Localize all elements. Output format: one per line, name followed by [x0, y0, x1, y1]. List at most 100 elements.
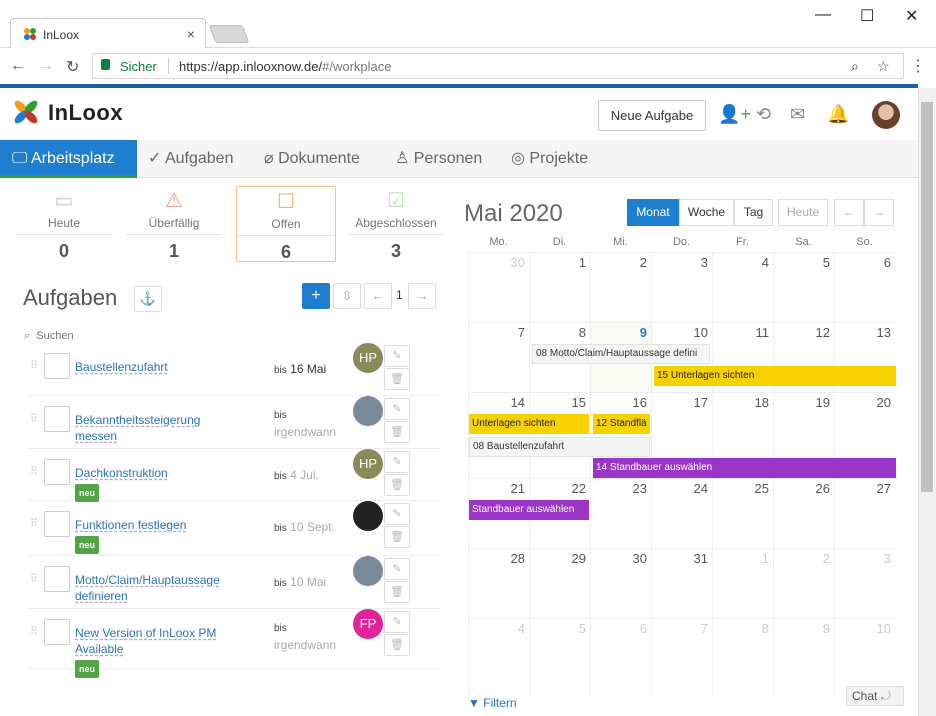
nav-personen[interactable]: ♙ Personen — [395, 140, 482, 178]
stat-completed[interactable]: ☑ Abgeschlossen 3 — [348, 186, 444, 262]
tab-close-icon[interactable]: × — [187, 26, 195, 42]
stat-open[interactable]: ☐ Offen 6 — [236, 186, 336, 262]
task-name[interactable]: Motto/Claim/Hauptaussage definieren — [75, 573, 220, 603]
view-week-button[interactable]: Woche — [679, 199, 734, 226]
calendar-event[interactable]: Unterlagen sichten — [469, 414, 589, 434]
edit-task-button[interactable]: ✎ — [384, 503, 410, 525]
calendar-day[interactable]: 1 — [712, 548, 773, 618]
minimize-icon[interactable]: — — [815, 6, 831, 24]
cal-prev-button[interactable]: ← — [834, 199, 864, 226]
task-checkbox[interactable] — [44, 459, 70, 485]
calendar-day[interactable]: 6 — [834, 252, 895, 322]
calendar-day[interactable]: 5 — [529, 618, 590, 696]
bell-icon[interactable]: 🔔 — [827, 104, 849, 125]
assignee-avatar[interactable]: HP — [353, 343, 383, 373]
cal-next-button[interactable]: → — [864, 199, 894, 226]
task-name[interactable]: Funktionen festlegen — [75, 518, 186, 532]
calendar-day[interactable]: 27 — [834, 478, 895, 548]
delete-task-button[interactable]: 🗑 — [384, 474, 410, 496]
calendar-day[interactable]: 24 — [651, 478, 712, 548]
drag-handle-icon[interactable]: ⠿ — [30, 625, 38, 638]
edit-task-button[interactable]: ✎ — [384, 398, 410, 420]
nav-arbeitsplatz[interactable]: 🖵 Arbeitsplatz — [0, 140, 137, 178]
chat-button[interactable]: Chat ⤾ — [846, 686, 904, 706]
calendar-day[interactable]: 29 — [529, 548, 590, 618]
task-name-link[interactable]: Baustellenzufahrt — [75, 359, 245, 375]
task-name-link[interactable]: New Version of InLoox PM Available neu — [75, 625, 245, 678]
drag-handle-icon[interactable]: ⠿ — [30, 572, 38, 585]
maximize-icon[interactable]: ☐ — [860, 6, 874, 26]
calendar-day[interactable]: 25 — [712, 478, 773, 548]
inbox-icon[interactable]: ✉ — [790, 104, 805, 125]
add-task-button[interactable]: + — [302, 283, 330, 309]
task-name-link[interactable]: Funktionen festlegen neu — [75, 517, 245, 554]
assignee-avatar[interactable] — [353, 501, 383, 531]
browser-tab[interactable]: InLoox × — [10, 18, 206, 49]
drag-handle-icon[interactable]: ⠿ — [30, 465, 38, 478]
anchor-button[interactable]: ⚓ — [134, 286, 162, 312]
task-row[interactable]: ⠿ Baustellenzufahrt bis 16 Mai HP ✎ 🗑 — [28, 343, 440, 396]
task-name-link[interactable]: Bekanntheitssteigerung messen — [75, 412, 245, 444]
filter-link[interactable]: ▼ Filtern — [468, 696, 517, 710]
calendar-day[interactable]: 14 — [468, 392, 529, 478]
assignee-avatar[interactable] — [353, 396, 383, 426]
calendar-day[interactable]: 3 — [834, 548, 895, 618]
add-person-icon[interactable]: 👤+ — [718, 104, 751, 125]
history-icon[interactable]: ⟲ — [756, 104, 771, 125]
calendar-day[interactable]: 1 — [529, 252, 590, 322]
drag-handle-icon[interactable]: ⠿ — [30, 412, 38, 425]
task-name-link[interactable]: Motto/Claim/Hauptaussage definieren — [75, 572, 245, 604]
task-name[interactable]: Baustellenzufahrt — [75, 360, 168, 374]
browser-menu-icon[interactable]: ⋮ — [910, 56, 926, 76]
nav-projekte[interactable]: ◎ Projekte — [511, 140, 588, 178]
calendar-event[interactable]: 15 Unterlagen sichten — [654, 366, 896, 386]
today-button[interactable]: Heute — [778, 199, 828, 226]
delete-task-button[interactable]: 🗑 — [384, 581, 410, 603]
back-icon[interactable]: ← — [10, 57, 26, 75]
zoom-icon[interactable]: ⌕ — [851, 58, 859, 75]
calendar-event[interactable]: 08 Motto/Claim/Hauptaussage defini — [532, 344, 710, 364]
calendar-event[interactable]: Standbauer auswählen — [469, 500, 589, 520]
next-page-button[interactable]: → — [408, 283, 436, 309]
edit-task-button[interactable]: ✎ — [384, 558, 410, 580]
close-window-icon[interactable]: ✕ — [905, 6, 918, 26]
task-checkbox[interactable] — [44, 353, 70, 379]
task-name[interactable]: Dachkonstruktion — [75, 466, 168, 480]
delete-task-button[interactable]: 🗑 — [384, 634, 410, 656]
edit-task-button[interactable]: ✎ — [384, 451, 410, 473]
forward-icon[interactable]: → — [38, 57, 54, 75]
task-row[interactable]: ⠿ New Version of InLoox PM Available neu bi… — [28, 609, 440, 678]
calendar-day[interactable]: 10 — [834, 618, 895, 696]
calendar-day[interactable]: 31 — [651, 548, 712, 618]
task-checkbox[interactable] — [44, 511, 70, 537]
task-checkbox[interactable] — [44, 406, 70, 432]
edit-task-button[interactable]: ✎ — [384, 345, 410, 367]
task-name[interactable]: Bekanntheitssteigerung messen — [75, 413, 200, 443]
bookmark-star-icon[interactable]: ☆ — [877, 58, 890, 75]
stat-today[interactable]: ▭ Heute 0 — [16, 186, 112, 262]
scrollbar-thumb[interactable] — [921, 102, 933, 492]
calendar-day[interactable]: 8 — [712, 618, 773, 696]
calendar-day[interactable]: 28 — [468, 548, 529, 618]
assignee-avatar[interactable] — [353, 556, 383, 586]
calendar-day[interactable]: 30 — [468, 252, 529, 322]
stat-overdue[interactable]: ⚠ Überfällig 1 — [126, 186, 222, 262]
calendar-day[interactable]: 7 — [468, 322, 529, 392]
calendar-day[interactable]: 4 — [712, 252, 773, 322]
task-name[interactable]: New Version of InLoox PM Available — [75, 626, 216, 656]
task-name-link[interactable]: Dachkonstruktion neu — [75, 465, 245, 502]
assignee-avatar[interactable]: HP — [353, 449, 383, 479]
task-checkbox[interactable] — [44, 619, 70, 645]
task-row[interactable]: ⠿ Motto/Claim/Hauptaussage definieren bis … — [28, 556, 440, 609]
nav-aufgaben[interactable]: ✓ Aufgaben — [148, 140, 233, 178]
new-task-button[interactable]: Neue Aufgabe — [598, 100, 706, 131]
calendar-day[interactable]: 2 — [773, 548, 834, 618]
new-tab-button[interactable] — [208, 25, 250, 43]
user-avatar[interactable] — [872, 101, 900, 129]
task-row[interactable]: ⠿ Funktionen festlegen neu bis 10 Sept. ✎ 🗑 — [28, 501, 440, 556]
view-day-button[interactable]: Tag — [734, 199, 773, 226]
edit-task-button[interactable]: ✎ — [384, 611, 410, 633]
calendar-event[interactable]: 14 Standbauer auswählen — [593, 458, 896, 478]
calendar-day[interactable]: 9 — [773, 618, 834, 696]
calendar-day[interactable]: 26 — [773, 478, 834, 548]
